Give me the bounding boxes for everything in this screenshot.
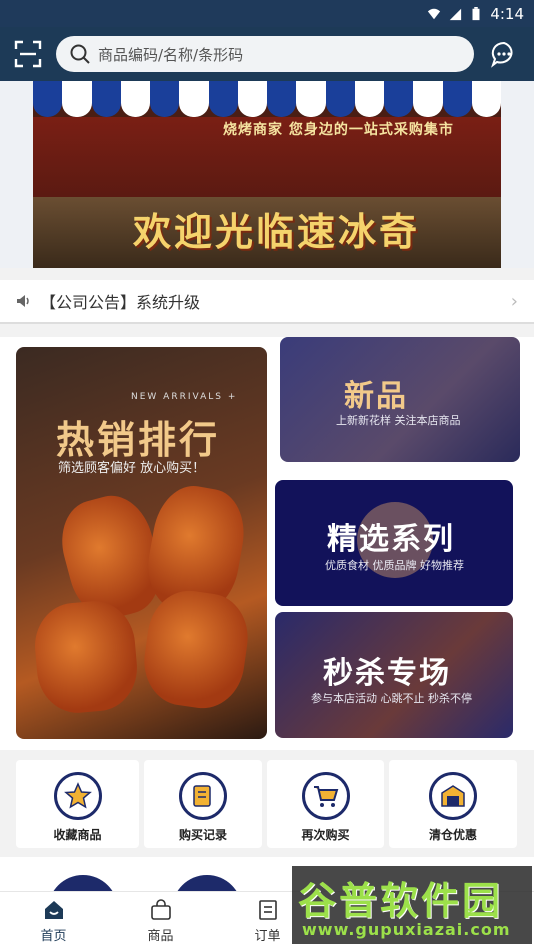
promo-section: NEW ARRIVALS + 热销排行 筛选顾客偏好 放心购买！ 新品 上新新花… [0,337,534,750]
shortcut-label: 购买记录 [178,828,227,842]
search-icon [70,44,90,64]
shortcut-label: 收藏商品 [53,828,102,842]
tab-label: 商品 [147,929,174,944]
shortcut-clearance[interactable]: 清仓优惠 [389,760,517,848]
cart-icon [301,772,350,820]
shortcut-row: 收藏商品 购买记录 再次购买 清仓优惠 [0,760,534,855]
flash-sale-card[interactable]: 秒杀专场 参与本店活动 心跳不止 秒杀不停 [275,612,513,738]
battery-icon [472,6,480,20]
shortcut-label: 清仓优惠 [428,828,477,842]
watermark: 谷普软件园 www.gupuxiazai.com [292,866,532,944]
tab-label: 首页 [40,929,67,944]
shortcut-favorites[interactable]: 收藏商品 [16,760,139,848]
hot-title: 热销排行 [56,418,221,462]
signal-icon [450,8,462,20]
banner-carousel[interactable]: 烧烤商家 您身边的一站式采购集市 欢迎光临速冰奇 [33,81,501,268]
banner-area: 烧烤商家 您身边的一站式采购集市 欢迎光临速冰奇 [0,81,534,268]
selected-title: 精选系列 [327,522,455,557]
status-time: 4:14 [490,4,524,23]
new-products-card[interactable]: 新品 上新新花样 关注本店商品 [280,337,520,462]
message-button[interactable] [474,27,534,81]
chicken-wing-image [138,585,254,714]
selected-series-card[interactable]: 精选系列 优质食材 优质品牌 好物推荐 [275,480,513,606]
order-icon [258,900,277,920]
banner-title: 欢迎光临速冰奇 [133,210,421,254]
new-title: 新品 [344,379,408,414]
bag-icon [150,899,171,920]
hot-ranking-card[interactable]: NEW ARRIVALS + 热销排行 筛选顾客偏好 放心购买！ [16,347,267,739]
chicken-wing-image [31,597,141,717]
scan-icon [14,40,42,68]
banner-subtitle: 烧烤商家 您身边的一站式采购集市 [223,122,454,138]
watermark-title: 谷普软件园 [298,879,504,923]
star-icon [53,772,102,820]
shortcut-label: 再次购买 [301,828,350,842]
flash-title: 秒杀专场 [323,656,451,691]
hot-subtitle: 筛选顾客偏好 放心购买！ [58,461,206,476]
record-icon [179,772,227,820]
shortcut-purchase-history[interactable]: 购买记录 [144,760,262,848]
banner-awning [33,81,501,117]
tab-products[interactable]: 商品 [107,892,214,950]
top-header: 商品编码/名称/条形码 [0,27,534,81]
announcement-bar[interactable]: 【公司公告】系统升级 › [0,280,534,324]
home-icon [44,901,63,919]
speaker-icon [17,295,29,307]
watermark-url: www.gupuxiazai.com [302,920,511,939]
chat-icon [491,41,513,68]
tab-label: 订单 [254,929,281,944]
search-input[interactable]: 商品编码/名称/条形码 [56,36,474,72]
new-subtitle: 上新新花样 关注本店商品 [336,414,461,427]
chevron-right-icon: › [510,290,518,312]
warehouse-icon [429,772,477,820]
scan-button[interactable] [0,27,56,81]
wifi-icon [428,8,441,19]
announcement-text: 【公司公告】系统升级 [40,293,201,312]
shortcut-buy-again[interactable]: 再次购买 [267,760,384,848]
status-bar: 4:14 [0,0,534,27]
search-placeholder: 商品编码/名称/条形码 [98,45,244,64]
hot-tag: NEW ARRIVALS + [131,392,238,402]
tab-home[interactable]: 首页 [0,892,107,950]
selected-subtitle: 优质食材 优质品牌 好物推荐 [325,559,464,572]
flash-subtitle: 参与本店活动 心跳不止 秒杀不停 [311,692,472,705]
